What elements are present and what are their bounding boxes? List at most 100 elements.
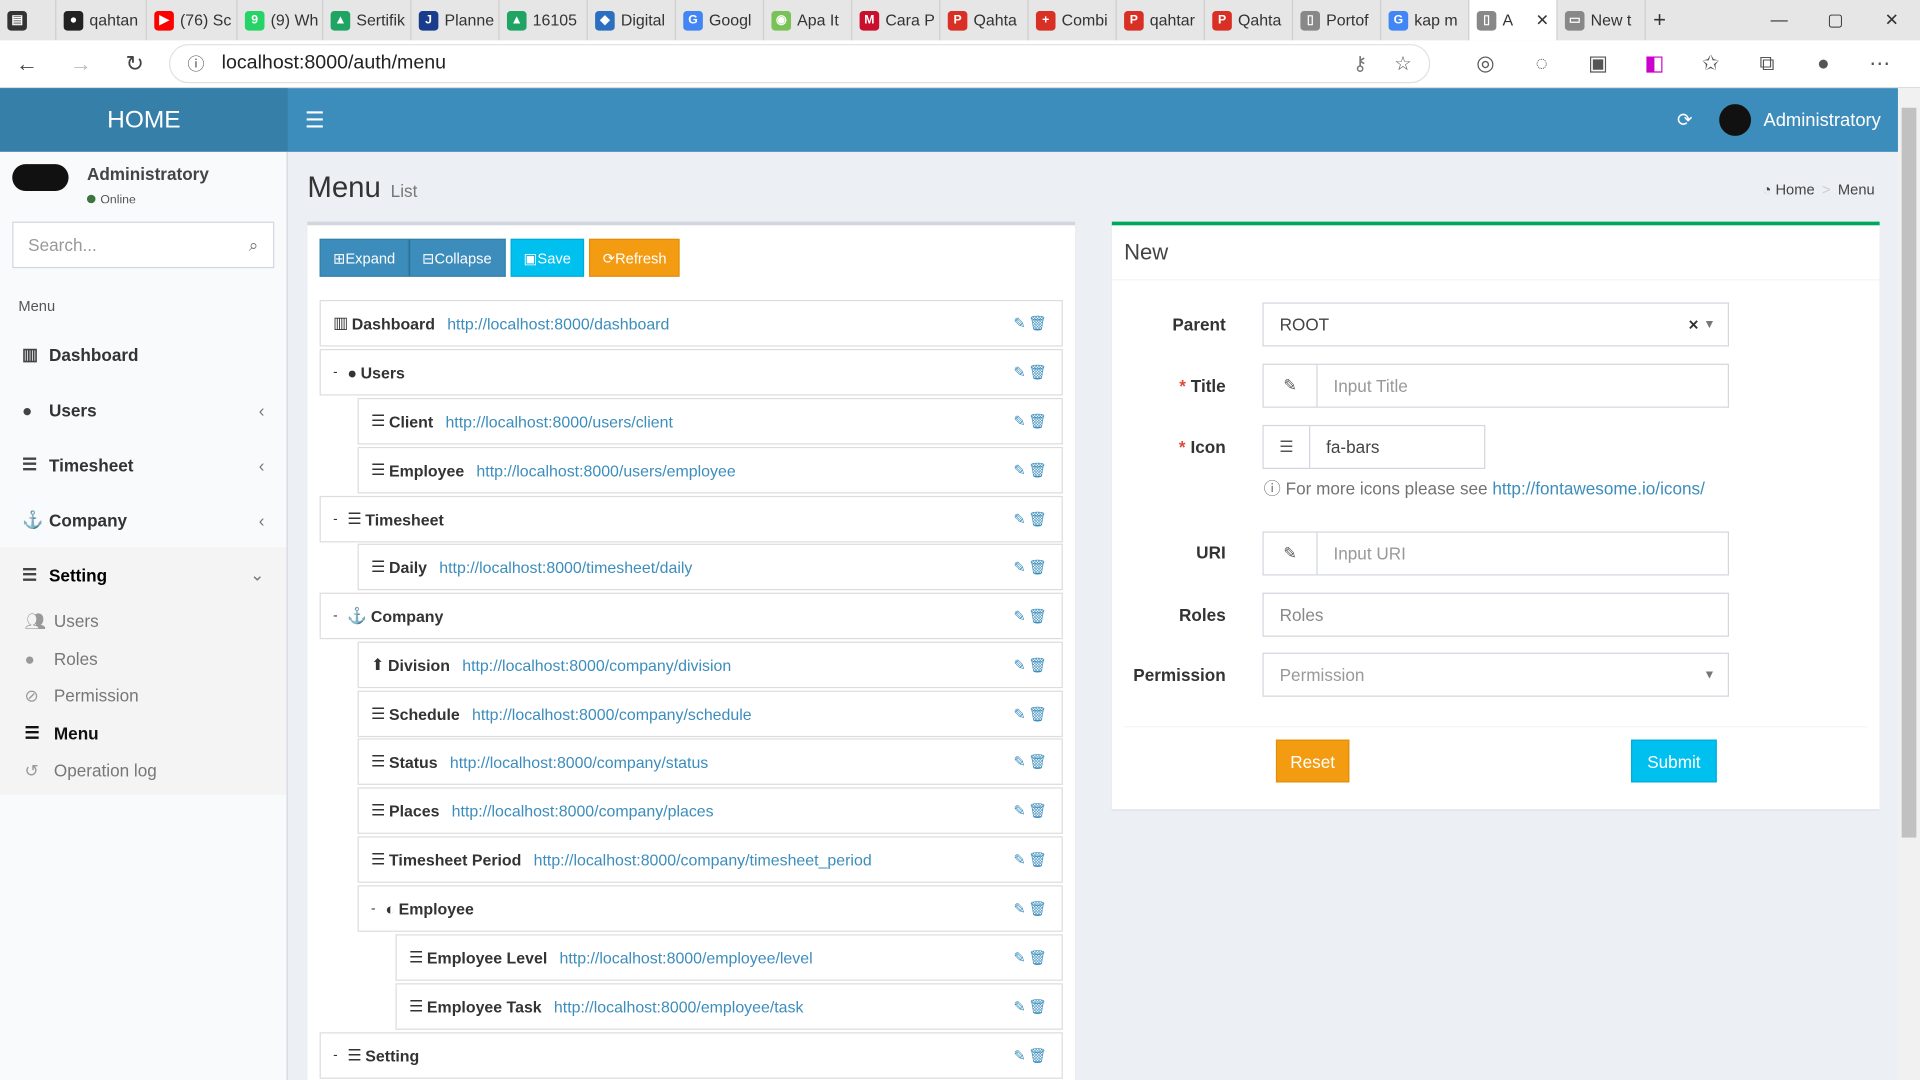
site-info-icon[interactable]: ⓘ	[187, 51, 204, 75]
edit-icon[interactable]: ✎	[1014, 462, 1029, 479]
browser-tab[interactable]: M Cara P	[852, 0, 941, 41]
sidebar-subitem-roles[interactable]: ● Roles	[0, 640, 287, 677]
tab-actions[interactable]: ▤	[0, 0, 57, 41]
close-window-icon[interactable]: ✕	[1864, 10, 1920, 31]
tree-row-timesheet-period[interactable]: ☰ Timesheet Period http://localhost:8000/c…	[357, 836, 1063, 883]
browser-tab[interactable]: J Planne	[411, 0, 500, 41]
browser-tab[interactable]: Gkap m	[1381, 0, 1470, 41]
trash-icon[interactable]: 🗑︎	[1028, 851, 1049, 868]
sidebar-item-setting[interactable]: ☰ Setting ⌄	[0, 547, 287, 603]
tree-row-employee[interactable]: ☰ Employee http://localhost:8000/users/emp…	[357, 446, 1063, 494]
browser-tab[interactable]: 9 (9) Wh	[238, 0, 324, 41]
browser-tab[interactable]: ▲ Sertifik	[323, 0, 412, 41]
tree-row-uri[interactable]: http://localhost:8000/users/employee	[476, 461, 735, 479]
clear-icon[interactable]: ×	[1688, 315, 1698, 335]
edit-icon[interactable]: ✎	[1014, 998, 1029, 1015]
tree-row-uri[interactable]: http://localhost:8000/users/client	[445, 412, 672, 430]
breadcrumb-home[interactable]: Home	[1775, 181, 1814, 198]
permission-select[interactable]: Permission ▼	[1262, 652, 1729, 697]
collapse-toggle[interactable]: -	[333, 365, 337, 380]
edit-icon[interactable]: ✎	[1014, 1047, 1029, 1064]
edit-icon[interactable]: ✎	[1014, 558, 1029, 575]
tree-row-status[interactable]: ☰ Status http://localhost:8000/company/sta…	[357, 738, 1063, 785]
browser-tab-active[interactable]: ▯ A ✕	[1469, 0, 1558, 41]
browser-tab[interactable]: P Qahta	[1205, 0, 1294, 41]
maximize-icon[interactable]: ▢	[1807, 10, 1863, 31]
trash-icon[interactable]: 🗑︎	[1028, 1047, 1049, 1064]
tree-row-schedule[interactable]: ☰ Schedule http://localhost:8000/company/s…	[357, 690, 1063, 738]
forward-icon[interactable]: →	[54, 51, 108, 77]
minimize-icon[interactable]: —	[1751, 10, 1807, 31]
edit-icon[interactable]: ✎	[1014, 607, 1029, 624]
trash-icon[interactable]: 🗑︎	[1028, 900, 1049, 917]
sidebar-item-users[interactable]: ● Users ‹	[0, 382, 287, 437]
header-user-name[interactable]: Administratory	[1763, 110, 1880, 131]
browser-tab[interactable]: ◆ Digital	[588, 0, 676, 41]
edit-icon[interactable]: ✎	[1014, 949, 1029, 966]
trash-icon[interactable]: 🗑︎	[1028, 753, 1049, 770]
trash-icon[interactable]: 🗑︎	[1028, 413, 1049, 430]
tree-row-uri[interactable]: http://localhost:8000/employee/level	[560, 948, 813, 966]
collapse-toggle[interactable]: -	[371, 901, 375, 916]
collections-icon[interactable]: ⧉	[1739, 51, 1795, 75]
browser-tab[interactable]: ▭ New t	[1558, 0, 1646, 41]
close-tab-icon[interactable]: ✕	[1536, 10, 1549, 30]
tree-row-uri[interactable]: http://localhost:8000/company/schedule	[472, 705, 752, 723]
profile-icon[interactable]: ●	[1795, 51, 1851, 75]
sidebar-item-timesheet[interactable]: ☰ Timesheet ‹	[0, 437, 287, 492]
sidebar-subitem-permission[interactable]: ⊘ Permission	[0, 677, 287, 714]
edit-icon[interactable]: ✎	[1014, 315, 1029, 332]
edit-icon[interactable]: ✎	[1014, 511, 1029, 528]
trash-icon[interactable]: 🗑︎	[1028, 462, 1049, 479]
parent-select[interactable]: ROOT × ▼	[1262, 302, 1729, 347]
trash-icon[interactable]: 🗑︎	[1028, 998, 1049, 1015]
extension-icon[interactable]: ◧	[1626, 51, 1682, 75]
search-icon[interactable]: ⌕	[249, 234, 259, 255]
tree-row-company[interactable]: - ⚓ Company ✎🗑︎	[319, 592, 1063, 640]
browser-tab[interactable]: ▯ Portof	[1293, 0, 1382, 41]
trash-icon[interactable]: 🗑︎	[1028, 656, 1049, 673]
tree-row-employee-level[interactable]: ☰ Employee Level http://localhost:8000/emp…	[395, 934, 1063, 981]
browser-tab[interactable]: + Combi	[1029, 0, 1117, 41]
browser-tab[interactable]: ◉ Apa It	[764, 0, 853, 41]
favorite-star-icon[interactable]: ☆	[1394, 51, 1412, 75]
key-icon[interactable]: ⚷	[1353, 51, 1367, 75]
tree-row-dashboard[interactable]: ▥ Dashboard http://localhost:8000/dashboar…	[319, 300, 1063, 347]
browser-tab[interactable]: ● qahtan	[56, 0, 147, 41]
trash-icon[interactable]: 🗑︎	[1028, 607, 1049, 624]
collapse-toggle[interactable]: -	[333, 1048, 337, 1063]
trash-icon[interactable]: 🗑︎	[1028, 705, 1049, 722]
reset-button[interactable]: Reset	[1275, 739, 1350, 783]
tree-row-division[interactable]: ⬆︎ Division http://localhost:8000/company/…	[357, 641, 1063, 689]
avatar[interactable]	[1719, 104, 1752, 136]
browser-tab[interactable]: P Qahta	[940, 0, 1029, 41]
search-input[interactable]: Search...	[28, 235, 97, 255]
tree-row-uri[interactable]: http://localhost:8000/employee/task	[554, 997, 804, 1015]
roles-select[interactable]: Roles	[1262, 592, 1729, 637]
trash-icon[interactable]: 🗑︎	[1028, 802, 1049, 819]
sidebar-subitem-operation-log[interactable]: ↺ Operation log	[0, 752, 287, 789]
edit-icon[interactable]: ✎	[1014, 364, 1029, 381]
tree-row-timesheet[interactable]: - ☰ Timesheet ✎🗑︎	[319, 495, 1063, 543]
tree-row-setting[interactable]: - ☰ Setting ✎🗑︎	[319, 1032, 1063, 1079]
edit-icon[interactable]: ✎	[1014, 851, 1029, 868]
reload-icon[interactable]: ↻	[108, 51, 162, 77]
tree-row-uri[interactable]: http://localhost:8000/company/places	[452, 801, 714, 819]
tree-row-uri[interactable]: http://localhost:8000/company/division	[462, 656, 731, 674]
logo[interactable]: HOME	[0, 88, 288, 152]
tree-row-uri[interactable]: http://localhost:8000/company/timesheet_…	[534, 850, 872, 868]
sidebar-item-company[interactable]: ⚓ Company ‹	[0, 492, 287, 547]
sidebar-subitem-menu[interactable]: ☰ Menu	[0, 714, 287, 751]
edit-icon[interactable]: ✎	[1014, 413, 1029, 430]
tree-row-uri[interactable]: http://localhost:8000/timesheet/daily	[439, 558, 692, 576]
trash-icon[interactable]: 🗑︎	[1028, 558, 1049, 575]
browser-tab[interactable]: ▲ 16105	[500, 0, 588, 41]
tree-row-employee-task[interactable]: ☰ Employee Task http://localhost:8000/empl…	[395, 983, 1063, 1030]
collapse-toggle[interactable]: -	[333, 609, 337, 624]
scrollbar-thumb[interactable]	[1901, 107, 1917, 838]
sidebar-toggle-icon[interactable]: ☰	[305, 107, 325, 133]
sidebar-subitem-users[interactable]: 👥︎ Users	[0, 602, 287, 639]
collapse-toggle[interactable]: -	[333, 512, 337, 527]
tree-row-uri[interactable]: http://localhost:8000/company/status	[450, 752, 708, 770]
sidebar-item-dashboard[interactable]: ▥ Dashboard	[0, 327, 287, 382]
